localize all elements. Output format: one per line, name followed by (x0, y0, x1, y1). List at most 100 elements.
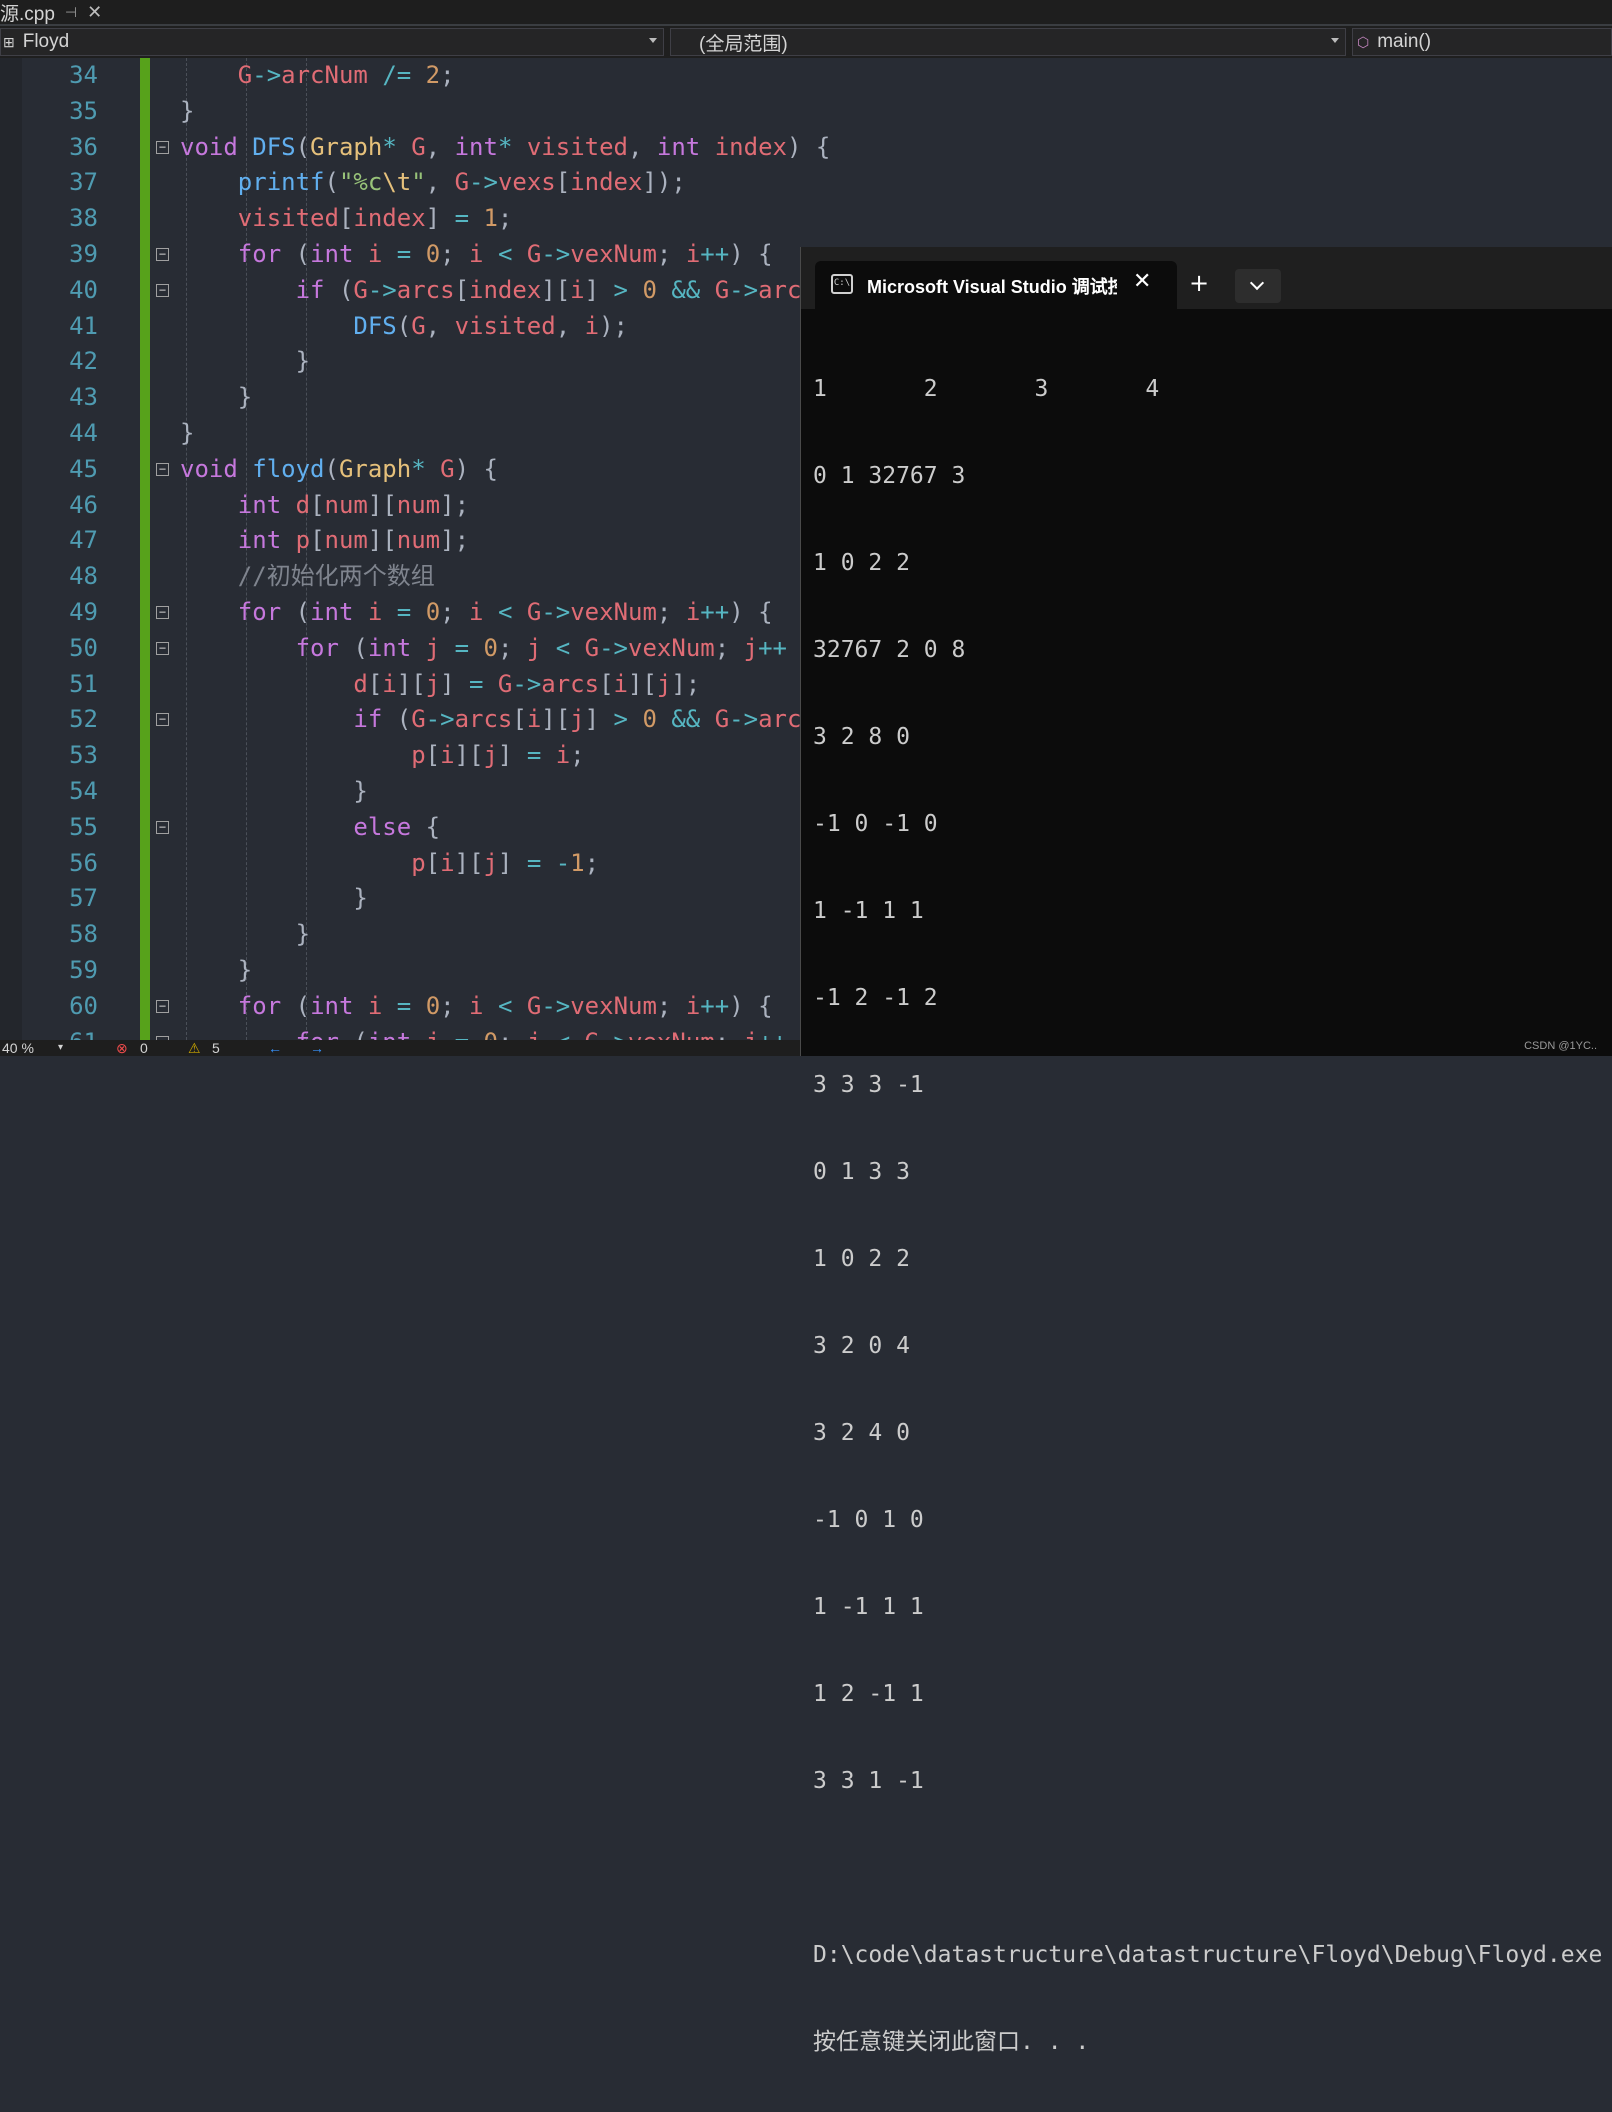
code-text: for (int j = 0; j < G->vexNum; j++ (295, 633, 787, 662)
warning-icon[interactable]: ⚠ (188, 1040, 201, 1056)
console-line: 1 0 2 2 (813, 550, 910, 576)
line-number: 49 (69, 598, 98, 626)
line-number: 34 (69, 61, 98, 89)
line-number: 59 (69, 956, 98, 984)
line-number: 52 (69, 705, 98, 734)
terminal-tab-title: Microsoft Visual Studio 调试控 (867, 277, 1117, 297)
code-line: 36 − void DFS(Graph* G, int* visited, in… (0, 130, 1612, 166)
code-text: G->arcNum /= 2; (237, 61, 455, 89)
code-text: } (180, 96, 195, 125)
line-number: 37 (69, 168, 98, 197)
code-text: if (G->arcs[i][j] > 0 && G->arcs (353, 705, 816, 734)
code-text: for (int i = 0; i < G->vexNum; i++) { (237, 598, 773, 626)
line-number: 47 (69, 526, 98, 555)
function-cube-icon: ⬡ (1357, 33, 1370, 50)
console-line: 1 2 -1 1 (813, 1681, 924, 1707)
line-number: 45 (69, 454, 98, 483)
collapse-icon[interactable]: − (156, 641, 169, 655)
line-number: 56 (69, 848, 98, 877)
project-dropdown[interactable]: ⊞ Floyd (0, 28, 664, 56)
line-number: 40 (69, 275, 98, 304)
code-text: void DFS(Graph* G, int* visited, int ind… (180, 132, 831, 161)
console-line: 3 2 0 4 (813, 1333, 910, 1359)
code-text: printf("%c\t", G->vexs[index]); (237, 168, 686, 197)
close-icon[interactable]: ✕ (1133, 269, 1151, 294)
press-key-line: 按任意键关闭此窗口. . . (813, 2029, 1090, 2055)
line-number: 57 (69, 884, 98, 913)
code-text: d[i][j] = G->arcs[i][j]; (353, 669, 701, 698)
code-line: 35 } (0, 94, 1612, 130)
collapse-icon[interactable]: − (156, 140, 169, 154)
collapse-icon[interactable]: − (156, 606, 169, 619)
line-number: 35 (69, 96, 98, 125)
zoom-dropdown-icon[interactable]: ▾ (58, 1040, 63, 1056)
member-dropdown-label: main() (1377, 31, 1432, 52)
code-line: 37 printf("%c\t", G->vexs[index]); (0, 165, 1612, 201)
line-number: 43 (69, 383, 98, 412)
line-number: 58 (69, 920, 98, 949)
line-number: 51 (69, 669, 98, 698)
line-number: 38 (69, 204, 98, 233)
new-tab-plus-icon[interactable]: + (1189, 269, 1209, 297)
error-count[interactable]: 0 (140, 1040, 148, 1056)
line-number: 39 (69, 240, 98, 268)
pin-icon[interactable]: ⊣ (65, 4, 77, 21)
tab-strip: 源.cpp ⊣ ✕ (0, 0, 1612, 26)
warning-count[interactable]: 5 (212, 1040, 220, 1056)
collapse-icon[interactable]: − (156, 820, 169, 834)
line-number: 50 (69, 633, 98, 662)
line-number: 48 (69, 562, 98, 591)
line-number: 42 (69, 347, 98, 376)
back-arrow-icon[interactable]: ← (268, 1040, 282, 1056)
exit-path-line: D:\code\datastructure\datastructure\Floy… (813, 1942, 1603, 1968)
forward-arrow-icon[interactable]: → (310, 1040, 324, 1056)
debug-console-window[interactable]: C:\ Microsoft Visual Studio 调试控 ✕ + 1 2 … (800, 247, 1612, 2055)
console-line: 1 -1 1 1 (813, 1594, 924, 1620)
collapse-icon[interactable]: − (156, 999, 169, 1013)
error-icon[interactable]: ⊗ (116, 1040, 128, 1056)
code-text: void floyd(Graph* G) { (180, 454, 498, 483)
member-dropdown[interactable]: ⬡ main() (1352, 28, 1612, 56)
line-number: 46 (69, 490, 98, 519)
collapse-icon[interactable]: − (156, 283, 169, 297)
collapse-icon[interactable]: − (156, 462, 169, 476)
terminal-tab[interactable]: C:\ Microsoft Visual Studio 调试控 ✕ (815, 261, 1177, 309)
code-text: //初始化两个数组 (237, 562, 435, 591)
scope-dropdown[interactable]: (全局范围) (670, 28, 1346, 56)
console-output: 1 2 3 4 0 1 32767 3 1 0 2 2 32767 2 0 8 … (813, 317, 1602, 2112)
line-number: 41 (69, 311, 98, 340)
console-line: 1 0 2 2 (813, 1246, 910, 1272)
console-line: 3 2 4 0 (813, 1420, 910, 1446)
zoom-level[interactable]: 40 % (2, 1040, 34, 1056)
console-line: 3 3 1 -1 (813, 1768, 924, 1794)
code-text: } (180, 920, 311, 949)
console-line: 32767 2 0 8 (813, 637, 966, 663)
console-line: 3 2 8 0 (813, 724, 910, 750)
code-text: p[i][j] = -1; (411, 848, 600, 877)
collapse-icon[interactable]: − (156, 248, 169, 261)
collapse-icon[interactable]: − (156, 713, 169, 727)
file-tab[interactable]: 源.cpp ⊣ ✕ (0, 0, 110, 25)
line-number: 54 (69, 777, 98, 805)
close-tab-icon[interactable]: ✕ (87, 2, 102, 23)
line-number: 60 (69, 991, 98, 1020)
code-text: if (G->arcs[index][i] > 0 && G->arcs (295, 275, 816, 304)
code-text: } (180, 777, 368, 805)
code-text: visited[index] = 1; (237, 204, 513, 233)
code-text: for (int i = 0; i < G->vexNum; i++) { (237, 240, 773, 268)
code-text: } (180, 419, 195, 447)
code-text: for (int j = 0; j < G->vexNum; j++ (180, 1025, 787, 1040)
code-text: else { (353, 812, 441, 841)
console-line: -1 2 -1 2 (813, 985, 938, 1011)
code-text: p[i][j] = i; (411, 741, 585, 770)
code-text: DFS(G, visited, i); (353, 311, 628, 340)
scope-dropdown-label: (全局范围) (699, 33, 788, 55)
tab-dropdown-button[interactable] (1235, 269, 1281, 303)
terminal-titlebar: C:\ Microsoft Visual Studio 调试控 ✕ + (801, 247, 1612, 309)
code-text: int p[num][num]; (237, 526, 470, 555)
code-text: } (180, 956, 253, 984)
console-line: -1 0 -1 0 (813, 811, 938, 837)
line-number: 53 (69, 741, 98, 770)
chevron-down-icon (1249, 275, 1265, 291)
